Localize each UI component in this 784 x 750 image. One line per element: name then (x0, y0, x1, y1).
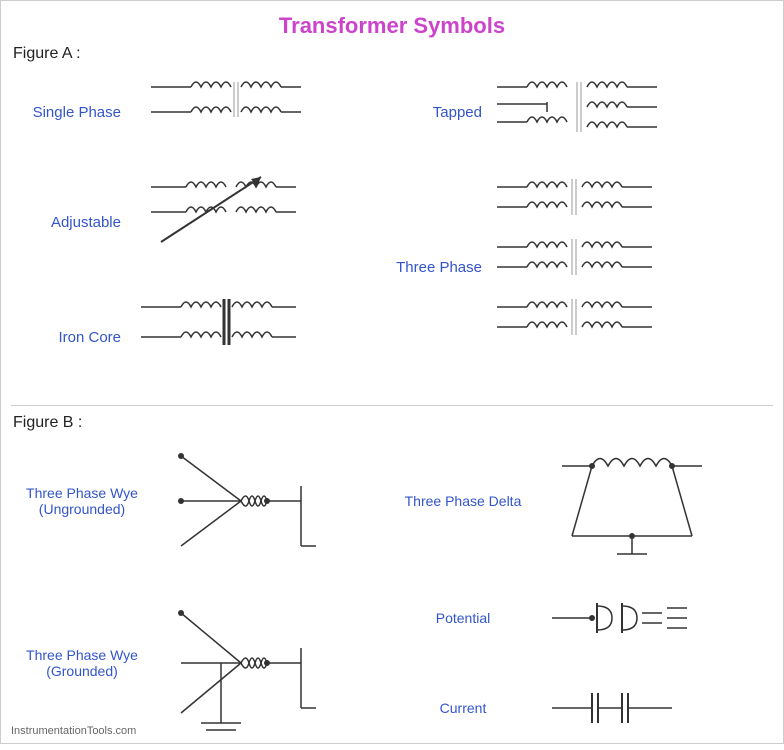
potential-label: Potential (392, 610, 542, 626)
current-symbol (542, 678, 702, 738)
three-phase-wye-g-symbol (161, 593, 341, 733)
potential-symbol (542, 588, 702, 648)
watermark: InstrumentationTools.com (11, 725, 136, 737)
three-phase-delta-symbol (542, 436, 732, 566)
three-phase-symbol (492, 167, 712, 367)
figure-b-label: Figure B : (13, 414, 783, 432)
iron-core-label: Iron Core (11, 329, 131, 346)
figure-a-label: Figure A : (13, 45, 783, 63)
figure-b-grid: Three Phase Wye (Ungrounded) (11, 436, 773, 750)
three-phase-wye-ung-item: Three Phase Wye (Ungrounded) (11, 436, 392, 566)
three-phase-delta-label: Three Phase Delta (392, 493, 542, 509)
tapped-label: Tapped (392, 104, 492, 121)
single-phase-label: Single Phase (11, 104, 131, 121)
iron-core-item: Iron Core (11, 287, 392, 387)
three-phase-wye-g-item: Three Phase Wye (Grounded) (11, 588, 392, 738)
single-phase-item: Single Phase (11, 67, 392, 157)
adjustable-label: Adjustable (11, 214, 131, 231)
page-title: Transformer Symbols (1, 1, 783, 45)
tapped-item: Tapped (392, 67, 773, 157)
three-phase-wye-ung-label: Three Phase Wye (Ungrounded) (11, 485, 161, 517)
potential-item: Potential (392, 588, 702, 648)
adjustable-item: Adjustable (11, 167, 392, 277)
current-label: Current (392, 700, 542, 716)
figure-b-section: Three Phase Wye (Ungrounded) (1, 436, 783, 750)
single-phase-symbol (131, 67, 311, 157)
left-panel: Single Phase Adjustable (11, 67, 392, 397)
three-phase-wye-ung-symbol (161, 436, 341, 566)
three-phase-delta-item: Three Phase Delta (392, 436, 773, 566)
iron-core-symbol (131, 287, 311, 387)
tapped-symbol (492, 67, 712, 157)
figure-a-section: Single Phase Adjustable (1, 67, 783, 397)
section-divider (11, 405, 773, 406)
three-phase-item: Three Phase (392, 167, 773, 367)
adjustable-symbol (131, 167, 311, 277)
three-phase-wye-g-label: Three Phase Wye (Grounded) (11, 647, 161, 679)
potential-current-item: Potential (392, 588, 773, 738)
current-item: Current (392, 678, 702, 738)
three-phase-label: Three Phase (392, 259, 492, 276)
right-panel: Tapped (392, 67, 773, 397)
